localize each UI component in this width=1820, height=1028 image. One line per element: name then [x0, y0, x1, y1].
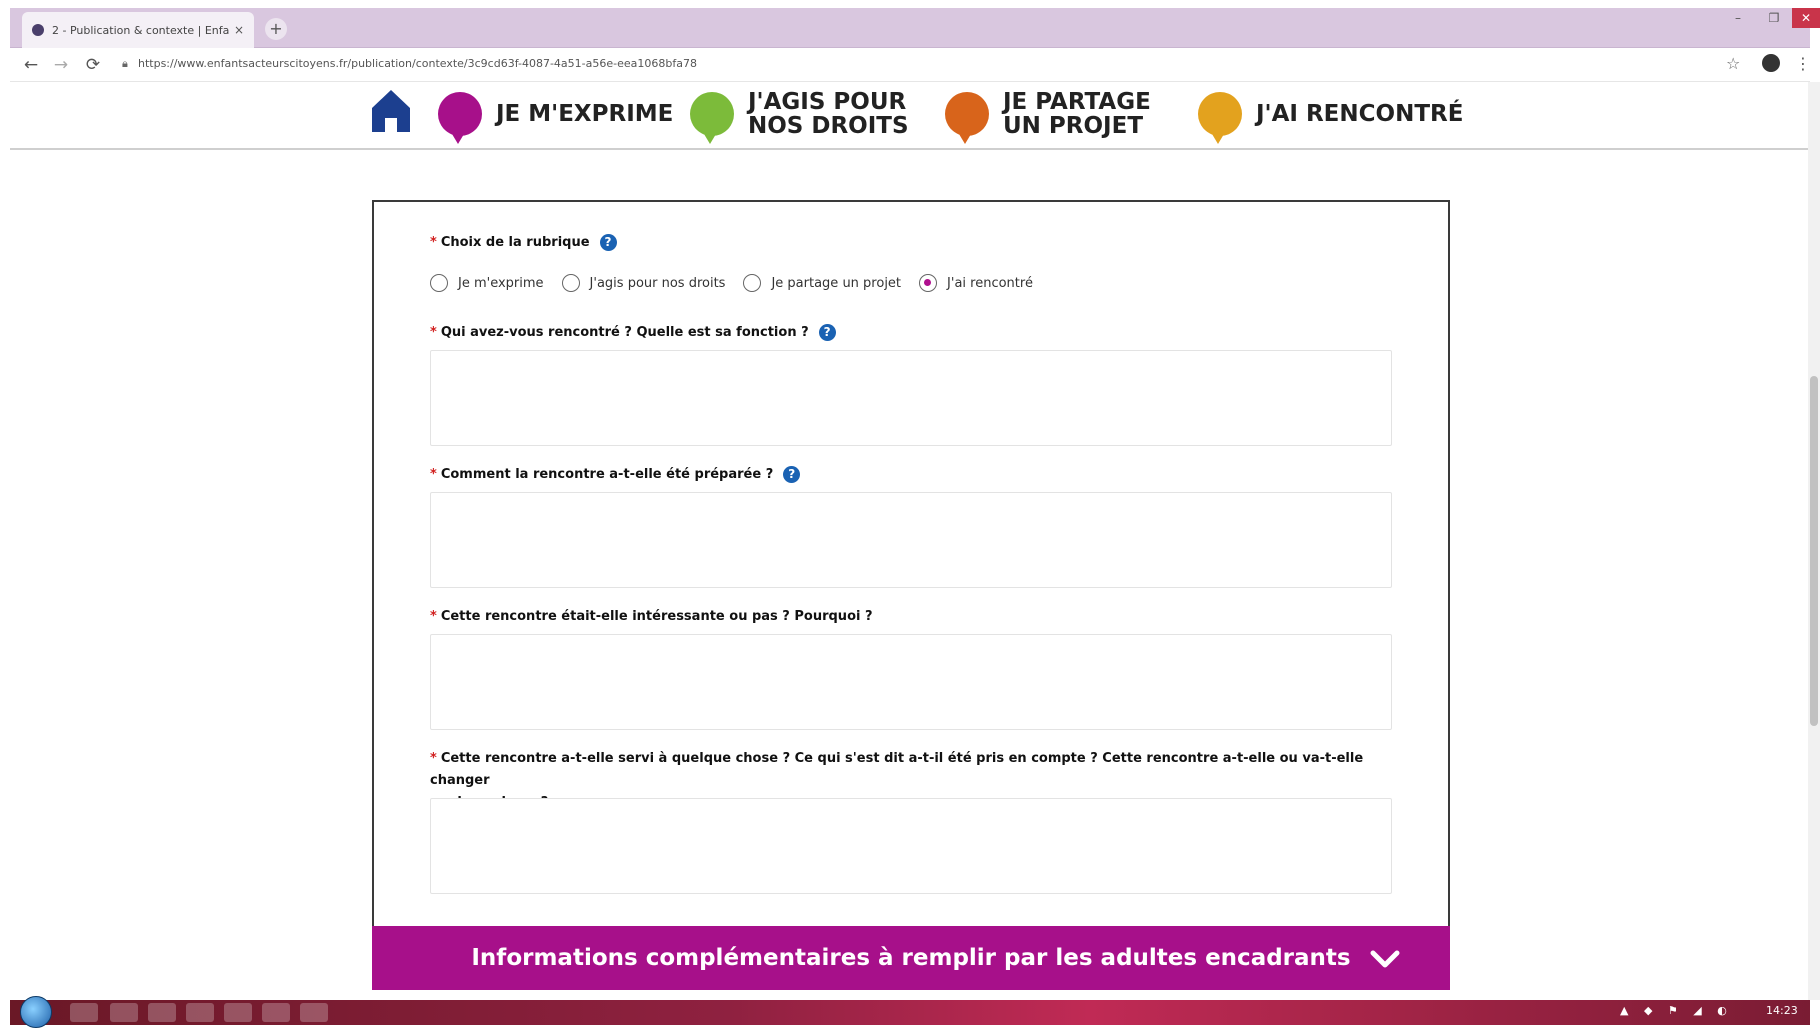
question-3-textarea[interactable]	[430, 634, 1392, 730]
nav-item-label: JE PARTAGE UN PROJET	[1003, 90, 1151, 138]
home-icon[interactable]	[370, 88, 412, 134]
lock-icon: 🔒︎	[122, 57, 128, 70]
radio-option-j-ai-rencontre[interactable]: J'ai rencontré	[919, 274, 1033, 292]
ie-icon[interactable]	[70, 1003, 98, 1022]
question-2-text: Comment la rencontre a-t-elle été prépar…	[440, 467, 774, 482]
site-favicon-icon	[32, 24, 44, 36]
bookmark-star-icon[interactable]: ☆	[1726, 54, 1740, 73]
tab-title: 2 - Publication & contexte | Enfa	[52, 23, 230, 37]
question-2-label: * Comment la rencontre a-t-elle été prépa…	[430, 464, 801, 486]
radio-button[interactable]	[430, 274, 448, 292]
browser-menu-icon[interactable]: ⋮	[1795, 54, 1811, 73]
site-navigation: JE M'EXPRIME J'AGIS POUR NOS DROITS JE P…	[10, 82, 1810, 150]
accordion-label: Informations complémentaires à remplir p…	[471, 945, 1351, 971]
nav-label-line: UN PROJET	[1003, 113, 1144, 139]
radio-label: Je m'exprime	[458, 275, 544, 291]
nav-item-j-ai-rencontre[interactable]: J'AI RENCONTRÉ	[1198, 86, 1463, 144]
account-icon[interactable]	[1762, 54, 1780, 72]
app-icon[interactable]	[148, 1003, 176, 1022]
required-mark: *	[430, 609, 437, 624]
url-field[interactable]: https://www.enfantsacteurscitoyens.fr/pu…	[138, 57, 697, 70]
window-minimize-button[interactable]: –	[1720, 8, 1756, 28]
speech-bubble-icon	[945, 92, 989, 144]
nav-label-line: JE PARTAGE	[1003, 89, 1151, 115]
help-icon[interactable]: ?	[783, 466, 801, 483]
question-1-label: * Qui avez-vous rencontré ? Quelle est sa…	[430, 322, 836, 344]
question-4-line-1: * Cette rencontre a-t-elle servi à quelqu…	[430, 748, 1410, 792]
browser-tab-bar: 2 - Publication & contexte | Enfa × + – …	[10, 8, 1820, 48]
nav-label-line: JE M'EXPRIME	[496, 101, 674, 127]
chevron-down-icon[interactable]	[1370, 944, 1400, 974]
help-icon[interactable]: ?	[818, 324, 836, 341]
tab-close-icon[interactable]: ×	[234, 23, 244, 37]
question-3-text: Cette rencontre était-elle intéressante …	[440, 609, 873, 624]
new-tab-button[interactable]: +	[265, 18, 287, 40]
radio-button[interactable]	[561, 274, 580, 292]
rubrique-label: * Choix de la rubrique?	[430, 232, 617, 254]
system-tray-icons[interactable]: ▲ ◆ ⚑ ◢ ◐	[1620, 1004, 1733, 1017]
publication-form: * Choix de la rubrique? Je m'exprime J'ag…	[372, 200, 1450, 990]
question-1-text: Qui avez-vous rencontré ? Quelle est sa …	[440, 325, 809, 340]
speech-bubble-icon	[438, 92, 482, 144]
nav-item-label: J'AGIS POUR NOS DROITS	[748, 90, 909, 138]
nav-item-je-partage-un-projet[interactable]: JE PARTAGE UN PROJET	[945, 86, 1151, 144]
radio-button-selected[interactable]	[919, 274, 938, 292]
windows-taskbar: ▲ ◆ ⚑ ◢ ◐ 14:23	[10, 996, 1810, 1028]
app-icon[interactable]	[224, 1003, 252, 1022]
radio-button[interactable]	[743, 274, 762, 292]
nav-label-line: J'AI RENCONTRÉ	[1256, 101, 1464, 127]
nav-item-j-agis-pour-nos-droits[interactable]: J'AGIS POUR NOS DROITS	[690, 86, 909, 144]
radio-option-j-agis[interactable]: J'agis pour nos droits	[561, 274, 726, 292]
question-2-textarea[interactable]	[430, 492, 1392, 588]
start-button-icon[interactable]	[20, 996, 52, 1028]
radio-option-je-partage[interactable]: Je partage un projet	[743, 274, 901, 292]
app-icon[interactable]	[262, 1003, 290, 1022]
required-mark: *	[430, 325, 437, 340]
rubrique-label-text: Choix de la rubrique	[440, 235, 590, 250]
speech-bubble-icon	[690, 92, 734, 144]
word-icon[interactable]	[300, 1003, 328, 1022]
nav-item-je-m-exprime[interactable]: JE M'EXPRIME	[438, 86, 673, 144]
additional-info-accordion[interactable]: Informations complémentaires à remplir p…	[372, 926, 1450, 990]
clock: 14:23	[1766, 1004, 1798, 1017]
question-1-textarea[interactable]	[430, 350, 1392, 446]
required-mark: *	[430, 467, 437, 482]
scrollbar-thumb[interactable]	[1810, 376, 1818, 726]
radio-label: Je partage un projet	[771, 275, 902, 291]
chrome-icon[interactable]	[186, 1003, 214, 1022]
nav-label-line: NOS DROITS	[748, 113, 909, 139]
window-maximize-button[interactable]: ❐	[1756, 8, 1792, 28]
radio-label: J'ai rencontré	[947, 275, 1033, 291]
browser-tab[interactable]: 2 - Publication & contexte | Enfa ×	[22, 12, 254, 48]
question-4-textarea[interactable]	[430, 798, 1392, 894]
nav-item-label: J'AI RENCONTRÉ	[1256, 102, 1463, 126]
speech-bubble-icon	[1198, 92, 1242, 144]
nav-item-label: JE M'EXPRIME	[496, 102, 673, 126]
rubrique-radio-group: Je m'exprime J'agis pour nos droits Je p…	[430, 274, 1051, 292]
window-close-button[interactable]: ✕	[1792, 8, 1820, 28]
browser-address-bar: ← → ⟳ 🔒︎ https://www.enfantsacteurscitoy…	[10, 48, 1811, 82]
help-icon[interactable]: ?	[599, 234, 617, 251]
question-3-label: * Cette rencontre était-elle intéressante…	[430, 606, 873, 628]
question-4-text: Cette rencontre a-t-elle servi à quelque…	[430, 751, 1364, 788]
reload-icon[interactable]: ⟳	[82, 54, 104, 76]
explorer-icon[interactable]	[110, 1003, 138, 1022]
radio-label: J'agis pour nos droits	[589, 275, 726, 291]
radio-option-je-m-exprime[interactable]: Je m'exprime	[430, 274, 544, 292]
screen: 2 - Publication & contexte | Enfa × + – …	[0, 0, 1820, 1028]
required-mark: *	[430, 235, 437, 250]
back-arrow-icon[interactable]: ←	[20, 54, 42, 76]
nav-label-line: J'AGIS POUR	[748, 89, 907, 115]
forward-arrow-icon[interactable]: →	[50, 54, 72, 76]
required-mark: *	[430, 751, 437, 766]
